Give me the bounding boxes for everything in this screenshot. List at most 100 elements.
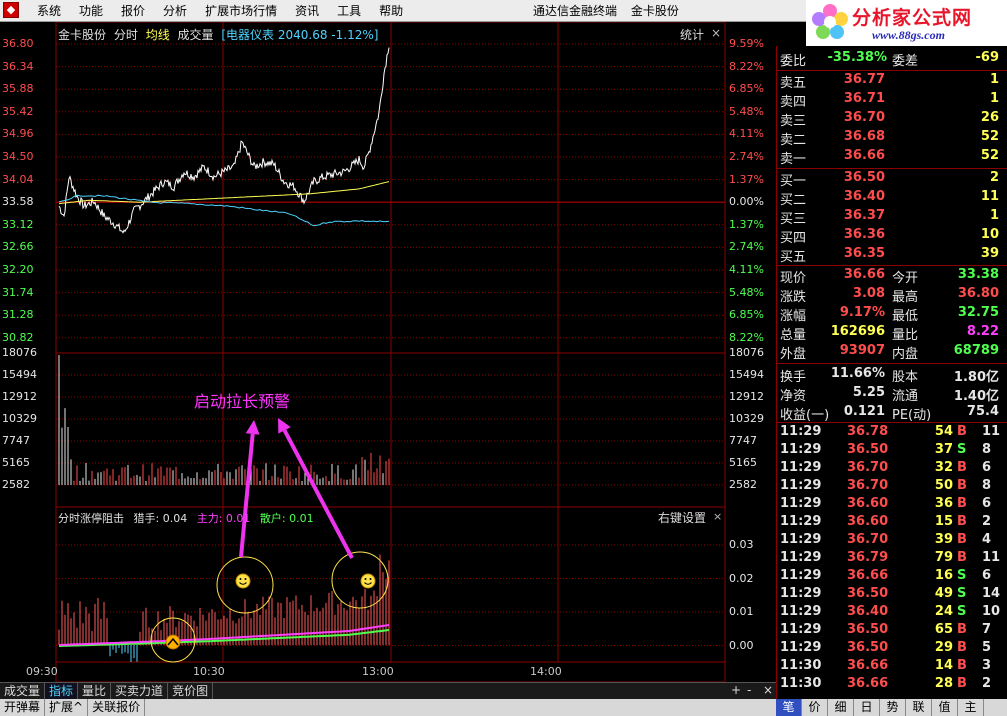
tick-row[interactable]: 11:29 36.50 37 S 8	[777, 442, 1007, 460]
ask-row[interactable]: 卖四 36.71 1	[777, 91, 1003, 110]
tick-row[interactable]: 11:29 36.79 79 B 11	[777, 550, 1007, 568]
ask-label: 卖一	[780, 152, 807, 167]
smiley-eye-icon	[369, 578, 372, 580]
toolbar-button-0[interactable]: 开弹幕	[0, 699, 46, 716]
toolbar-button-2[interactable]: 关联报价	[88, 699, 146, 716]
menu-item-1[interactable]: 功能	[70, 0, 112, 22]
tick-price: 36.70	[847, 460, 889, 475]
stat-row: 现价 36.66 今开 33.38	[777, 267, 1003, 286]
panel-tab-6[interactable]: 值	[932, 699, 958, 716]
right-key-settings[interactable]: 右键设置	[658, 509, 706, 526]
tick-price: 36.40	[847, 604, 889, 619]
app-logo-icon[interactable]: ◆	[3, 2, 19, 18]
panel-tab-5[interactable]: 联	[906, 699, 932, 716]
chart-canvas[interactable]	[0, 22, 776, 682]
toolbar-button-1[interactable]: 扩展^	[45, 699, 89, 716]
bid-row[interactable]: 买三 36.37 1	[777, 208, 1003, 227]
brand-logo: 分析家公式网 www.88gs.com	[806, 0, 1007, 46]
price-axis-label: 35.42	[2, 104, 34, 118]
bid-row[interactable]: 买一 36.50 2	[777, 170, 1003, 189]
tick-count: 3	[982, 658, 992, 673]
tab-0[interactable]: 成交量	[0, 683, 46, 699]
stat-row: 外盘 93907 内盘 68789	[777, 343, 1003, 362]
tick-row[interactable]: 11:29 36.50 29 B 5	[777, 640, 1007, 658]
tab-1[interactable]: 指标	[45, 683, 79, 699]
sector-index-label[interactable]: [电器仪表 2040.68 -1.12%]	[221, 28, 378, 42]
tick-volume: 65	[934, 622, 953, 637]
stat-label: 现价	[780, 271, 807, 286]
pct-axis-label: 4.11%	[729, 263, 764, 276]
chart-header: 金卡股份 分时 均线 成交量 [电器仪表 2040.68 -1.12%]	[58, 26, 382, 42]
tick-row[interactable]: 11:29 36.60 15 B 2	[777, 514, 1007, 532]
ask-row[interactable]: 卖二 36.68 52	[777, 129, 1003, 148]
indicator-title[interactable]: 分时涨停阻击	[58, 512, 124, 525]
panel-tab-0[interactable]: 笔	[776, 699, 802, 716]
close-icon[interactable]: ×	[711, 26, 721, 40]
avg-price-line	[58, 181, 390, 205]
stat-label: 股本	[892, 370, 919, 385]
menu-item-5[interactable]: 资讯	[286, 0, 328, 22]
stat-row: 换手 11.66% 股本 1.80亿	[777, 366, 1003, 385]
smiley-icon	[235, 573, 251, 589]
menu-item-3[interactable]: 分析	[154, 0, 196, 22]
close-tabs-button[interactable]: ×	[763, 683, 773, 697]
timeshare-chart[interactable]: 金卡股份 分时 均线 成交量 [电器仪表 2040.68 -1.12%] 统计 …	[0, 22, 776, 682]
panel-tab-3[interactable]: 日	[854, 699, 880, 716]
tick-row[interactable]: 11:29 36.70 32 B 6	[777, 460, 1007, 478]
price-axis-label: 34.50	[2, 150, 34, 163]
annotation-text: 启动拉长预警	[194, 392, 291, 411]
menu-item-2[interactable]: 报价	[112, 0, 154, 22]
panel-tab-2[interactable]: 细	[828, 699, 854, 716]
stat-value: 68789	[953, 343, 999, 358]
zoom-in-button[interactable]: +	[731, 683, 741, 697]
panel-tab-4[interactable]: 势	[880, 699, 906, 716]
stat-value: 8.22	[966, 324, 999, 339]
tick-volume: 29	[934, 640, 953, 655]
ask-row[interactable]: 卖三 36.70 26	[777, 110, 1003, 129]
bid-row[interactable]: 买四 36.36 10	[777, 227, 1003, 246]
tick-row[interactable]: 11:29 36.50 49 S 14	[777, 586, 1007, 604]
tick-row[interactable]: 11:29 36.66 16 S 6	[777, 568, 1007, 586]
close-indicator-icon[interactable]: ×	[713, 510, 722, 523]
menu-item-0[interactable]: 系统	[28, 0, 70, 22]
tick-row[interactable]: 11:29 36.70 39 B 4	[777, 532, 1007, 550]
tick-direction: S	[957, 568, 967, 583]
stat-label: 内盘	[892, 347, 919, 362]
volume-axis-label: 12912	[2, 390, 37, 403]
tick-row[interactable]: 11:30 36.66 28 B 2	[777, 676, 1007, 694]
ask-row[interactable]: 卖一 36.66 52	[777, 148, 1003, 167]
tick-volume: 16	[934, 568, 953, 583]
flower-logo-icon	[812, 4, 848, 39]
tick-row[interactable]: 11:29 36.78 54 B 11	[777, 424, 1007, 442]
tick-row[interactable]: 11:29 36.70 50 B 8	[777, 478, 1007, 496]
stat-value: 3.08	[852, 286, 885, 301]
tick-row[interactable]: 11:30 36.66 14 B 3	[777, 658, 1007, 676]
stats-button[interactable]: 统计	[680, 26, 704, 43]
tick-row[interactable]: 11:29 36.40 24 S 10	[777, 604, 1007, 622]
tick-row[interactable]: 11:29 36.60 36 B 6	[777, 496, 1007, 514]
menu-item-6[interactable]: 工具	[328, 0, 370, 22]
time-axis-label: 13:00	[362, 665, 394, 678]
menu-item-4[interactable]: 扩展市场行情	[196, 0, 286, 22]
annotation-arrow-icon	[278, 418, 354, 559]
tab-3[interactable]: 买卖力道	[111, 683, 169, 699]
ask-row[interactable]: 卖五 36.77 1	[777, 72, 1003, 91]
tab-4[interactable]: 竞价图	[168, 683, 214, 699]
panel-tab-7[interactable]: 主	[958, 699, 984, 716]
tick-volume: 39	[934, 532, 953, 547]
tab-2[interactable]: 量比	[78, 683, 112, 699]
tick-price: 36.50	[847, 640, 889, 655]
menu-item-7[interactable]: 帮助	[370, 0, 412, 22]
panel-tab-1[interactable]: 价	[802, 699, 828, 716]
ask-volume: 52	[980, 129, 999, 144]
bid-row[interactable]: 买五 36.35 39	[777, 246, 1003, 265]
tick-row[interactable]: 11:29 36.50 65 B 7	[777, 622, 1007, 640]
bid-row[interactable]: 买二 36.40 11	[777, 189, 1003, 208]
stat-row: 净资 5.25 流通 1.40亿	[777, 385, 1003, 404]
tab-timeshare[interactable]: 分时	[114, 28, 138, 42]
tick-direction: B	[957, 478, 967, 493]
stat-label: 外盘	[780, 347, 807, 362]
price-axis-label: 34.96	[2, 127, 34, 141]
zoom-out-button[interactable]: -	[747, 683, 751, 697]
price-axis-label: 32.66	[2, 240, 34, 254]
